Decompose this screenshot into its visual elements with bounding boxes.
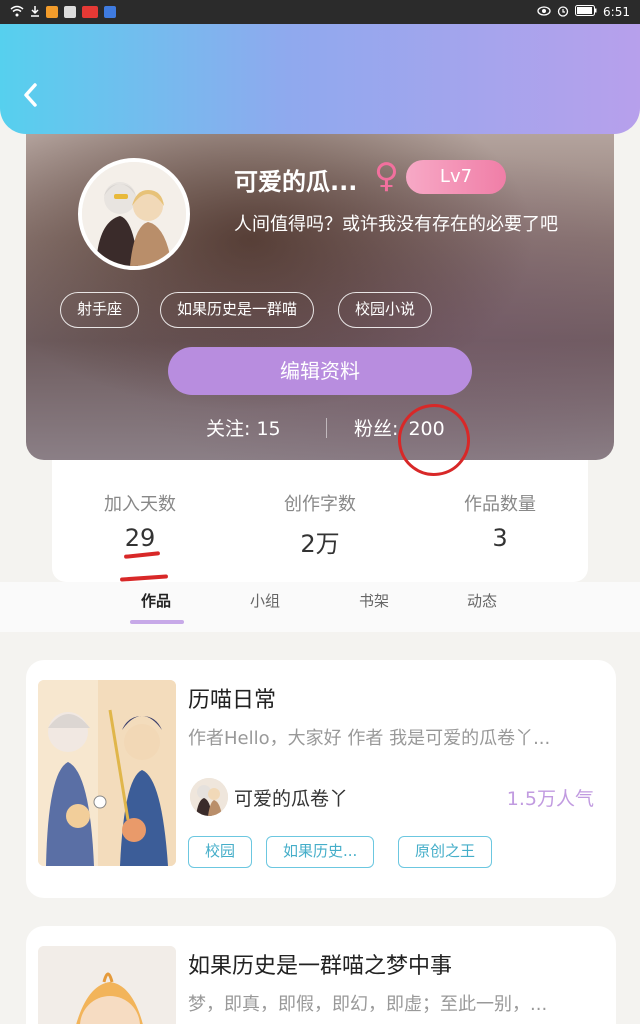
stat-join-days: 加入天数 29: [60, 490, 220, 552]
app-notification-icon: [64, 6, 76, 18]
following-stat[interactable]: 关注: 15: [206, 414, 281, 441]
work-description: 作者Hello，大家好 作者 我是可爱的瓜卷丫...: [188, 728, 551, 749]
work-cover-image[interactable]: [38, 946, 176, 1024]
work-title[interactable]: 如果历史是一群喵之梦中事: [188, 948, 452, 980]
stat-value: 29: [124, 524, 156, 552]
wifi-icon: [10, 5, 24, 20]
eye-icon: [537, 5, 551, 19]
alarm-icon: [557, 5, 569, 20]
stat-value: 3: [492, 524, 508, 552]
followers-label: 粉丝:: [354, 418, 399, 440]
stat-label: 创作字数: [284, 494, 356, 515]
tab-bookshelf[interactable]: 书架: [359, 590, 389, 611]
work-description: 梦，即真，即假，即幻，即虚；至此一别，...: [188, 994, 548, 1015]
level-badge: Lv7: [406, 160, 506, 194]
work-tag[interactable]: 如果历史...: [266, 836, 375, 868]
profile-tag[interactable]: 射手座: [60, 292, 140, 328]
edit-profile-button[interactable]: 编辑资料: [168, 347, 472, 395]
clock-time: 6:51: [603, 5, 630, 19]
download-icon: [30, 5, 40, 20]
female-icon: ♀: [374, 156, 399, 196]
tab-activity[interactable]: 动态: [467, 590, 497, 611]
stats-panel: 加入天数 29 创作字数 2万 作品数量 3: [52, 460, 588, 582]
nickname: 可爱的瓜...: [234, 168, 358, 196]
app-notification-icon: [46, 6, 58, 18]
signature: 人间值得吗？或许我没有存在的必要了吧: [234, 214, 558, 235]
divider: [326, 418, 327, 438]
app-notification-icon: [104, 6, 116, 18]
tab-groups[interactable]: 小组: [250, 590, 280, 611]
app-notification-icon: [82, 6, 98, 18]
status-icons-right: 6:51: [537, 5, 630, 20]
author-name[interactable]: 可爱的瓜卷丫: [234, 784, 348, 811]
status-bar: 6:51: [0, 0, 640, 24]
stat-label: 加入天数: [104, 494, 176, 515]
profile-tag[interactable]: 如果历史是一群喵: [160, 292, 315, 328]
author-avatar[interactable]: [190, 778, 228, 816]
author-row: 可爱的瓜卷丫 1.5万人气: [188, 778, 608, 818]
work-card[interactable]: 历喵日常 作者Hello，大家好 作者 我是可爱的瓜卷丫... 可爱的瓜卷丫 1…: [26, 660, 616, 898]
header-bar: [0, 24, 640, 134]
battery-icon: [575, 5, 597, 19]
back-button[interactable]: [20, 80, 48, 112]
profile-card: 可爱的瓜... ♀ Lv7 人间值得吗？或许我没有存在的必要了吧 射手座 如果历…: [26, 120, 614, 460]
work-title[interactable]: 历喵日常: [188, 682, 276, 714]
tab-bar: 作品 小组 书架 动态: [0, 586, 640, 632]
following-label: 关注:: [206, 418, 251, 440]
work-tag[interactable]: 原创之王: [398, 836, 493, 868]
stat-label: 作品数量: [464, 494, 536, 515]
active-tab-indicator: [130, 620, 184, 624]
stat-value: 2万: [300, 530, 340, 558]
tab-works[interactable]: 作品: [141, 590, 171, 611]
chevron-left-icon: [20, 83, 40, 118]
work-card[interactable]: 如果历史是一群喵之梦中事 梦，即真，即假，即幻，即虚；至此一别，...: [26, 926, 616, 1024]
following-count: 15: [256, 418, 281, 440]
follow-stats: 关注: 15 粉丝: 200: [26, 414, 614, 444]
stat-word-count: 创作字数 2万: [240, 490, 400, 559]
stat-work-count: 作品数量 3: [420, 490, 580, 552]
status-icons-left: [10, 5, 116, 20]
work-cover-image[interactable]: [38, 680, 176, 866]
popularity-count: 1.5万人气: [506, 788, 594, 810]
work-tag[interactable]: 校园: [188, 836, 253, 868]
avatar[interactable]: [78, 158, 190, 270]
profile-tag[interactable]: 校园小说: [338, 292, 433, 328]
